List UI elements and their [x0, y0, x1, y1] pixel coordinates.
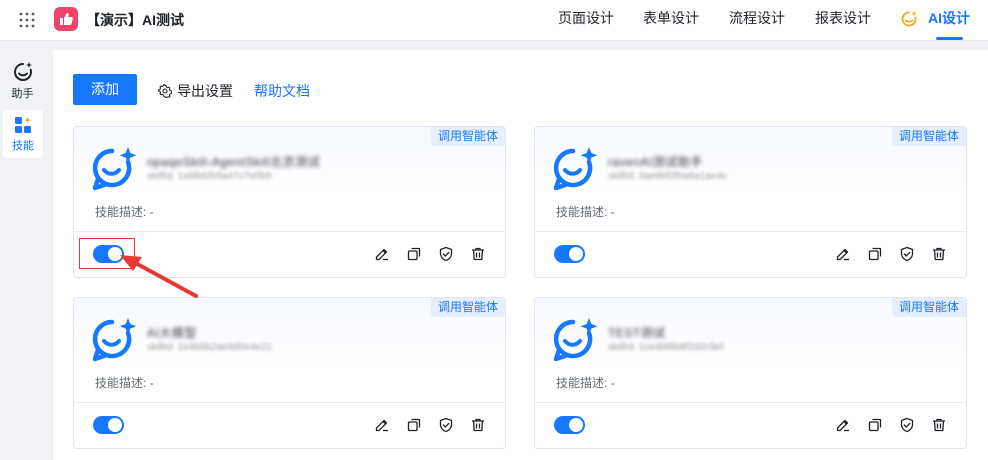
app-logo [54, 7, 78, 31]
invoke-agent-tag[interactable]: 调用智能体 [891, 127, 966, 146]
skill-card[interactable]: 调用智能体 ravenAI测试助手 skillId: 3ae6bf2f0a6a1… [534, 126, 967, 278]
shield-check-icon[interactable] [438, 246, 454, 262]
help-docs-link[interactable]: 帮助文档 [254, 81, 310, 101]
ai-skill-icon [92, 147, 137, 191]
nav-ai-design[interactable]: AI设计 [928, 0, 970, 41]
copy-icon[interactable] [406, 246, 422, 262]
add-button[interactable]: 添加 [73, 74, 137, 105]
enable-toggle[interactable] [554, 245, 585, 263]
edit-icon[interactable] [374, 246, 390, 262]
enable-toggle[interactable] [93, 416, 124, 434]
app-title: 【演示】AI测试 [86, 12, 184, 28]
skill-description: 技能描述: - [556, 205, 615, 219]
copy-icon[interactable] [867, 246, 883, 262]
ai-skill-icon [92, 318, 137, 362]
sidebar: 助手 技能 [0, 42, 45, 460]
export-settings-button[interactable]: 导出设置 [157, 81, 233, 101]
edit-icon[interactable] [374, 417, 390, 433]
delete-icon[interactable] [931, 246, 947, 262]
ai-smile-icon [901, 11, 917, 27]
delete-icon[interactable] [931, 417, 947, 433]
skill-name: ravenAI测试助手 [608, 155, 703, 169]
skill-id: skillId: 1a98d2b5a47c7e0b5 [147, 171, 272, 182]
nav-flow-design[interactable]: 流程设计 [729, 0, 785, 41]
skill-name: opaqeSkill-AgentSkill北京测试 [147, 155, 321, 169]
shield-check-icon[interactable] [899, 417, 915, 433]
sidebar-item-label: 助手 [11, 88, 34, 100]
ai-skill-icon [553, 318, 598, 362]
skill-icon [15, 117, 31, 133]
skill-name: TEST测试 [608, 326, 666, 340]
invoke-agent-tag[interactable]: 调用智能体 [430, 127, 505, 146]
sidebar-item-assistant[interactable]: 助手 [0, 56, 45, 104]
enable-toggle[interactable] [554, 416, 585, 434]
card-divider [535, 402, 966, 403]
skill-id: skillId: 1e4b5b2ae8d0e4e21 [147, 342, 273, 353]
skill-id: skillId: 3ae6bf2f0a6a1ae4c [608, 171, 727, 182]
invoke-agent-tag[interactable]: 调用智能体 [430, 298, 505, 317]
card-divider [535, 231, 966, 232]
shield-check-icon[interactable] [899, 246, 915, 262]
delete-icon[interactable] [470, 417, 486, 433]
nav-report-design[interactable]: 报表设计 [815, 0, 871, 41]
assistant-icon [13, 62, 32, 81]
top-bar: 【演示】AI测试 页面设计 表单设计 流程设计 报表设计 AI设计 [0, 0, 988, 41]
skill-card[interactable]: 调用智能体 AI大模型 skillId: 1e4b5b2ae8d0e4e21 技… [73, 297, 506, 449]
skill-name: AI大模型 [147, 326, 197, 340]
annotation-arrow-icon [120, 255, 198, 298]
skill-description: 技能描述: - [556, 376, 615, 390]
invoke-agent-tag[interactable]: 调用智能体 [891, 298, 966, 317]
skill-description: 技能描述: - [95, 205, 154, 219]
copy-icon[interactable] [867, 417, 883, 433]
card-divider [74, 231, 505, 232]
edit-icon[interactable] [835, 246, 851, 262]
edit-icon[interactable] [835, 417, 851, 433]
apps-grid-icon[interactable] [19, 12, 35, 28]
copy-icon[interactable] [406, 417, 422, 433]
nav-page-design[interactable]: 页面设计 [558, 0, 614, 41]
ai-skill-icon [553, 147, 598, 191]
delete-icon[interactable] [470, 246, 486, 262]
gear-icon [157, 83, 173, 100]
card-divider [74, 402, 505, 403]
sidebar-item-label: 技能 [12, 140, 34, 152]
nav-form-design[interactable]: 表单设计 [643, 0, 699, 41]
skill-card[interactable]: 调用智能体 TEST测试 skillId: 1ce4bf8b8f2d2c9ef … [534, 297, 967, 449]
skill-description: 技能描述: - [95, 376, 154, 390]
sidebar-item-skill[interactable]: 技能 [3, 110, 43, 158]
skill-id: skillId: 1ce4bf8b8f2d2c9ef [608, 342, 724, 353]
active-tab-indicator [936, 37, 963, 40]
export-settings-label: 导出设置 [177, 83, 233, 99]
shield-check-icon[interactable] [438, 417, 454, 433]
